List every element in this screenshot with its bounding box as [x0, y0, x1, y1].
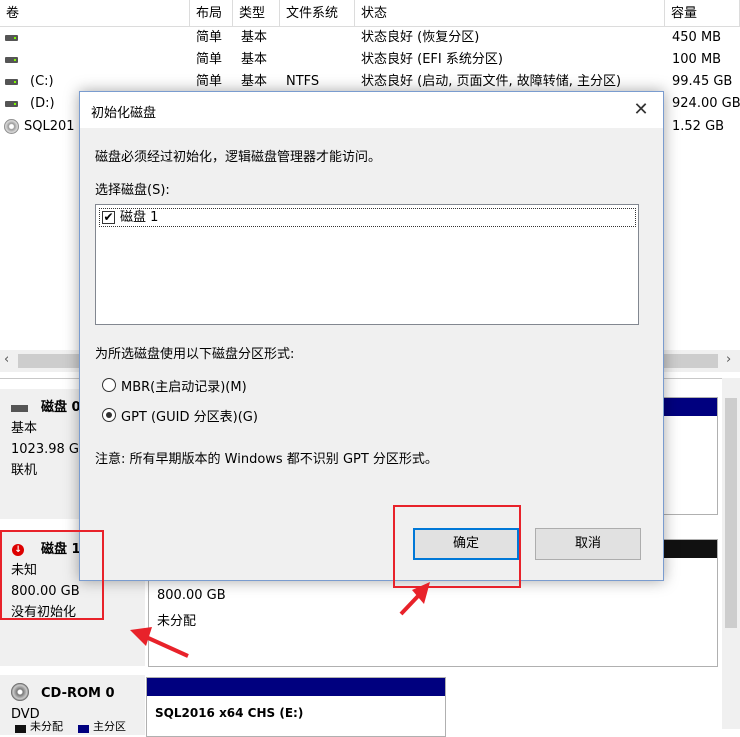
arrow-to-ok — [399, 592, 422, 616]
annotation-arrows — [130, 582, 430, 658]
arrow-to-disk1 — [145, 635, 189, 658]
arrowhead-icon — [130, 627, 152, 646]
